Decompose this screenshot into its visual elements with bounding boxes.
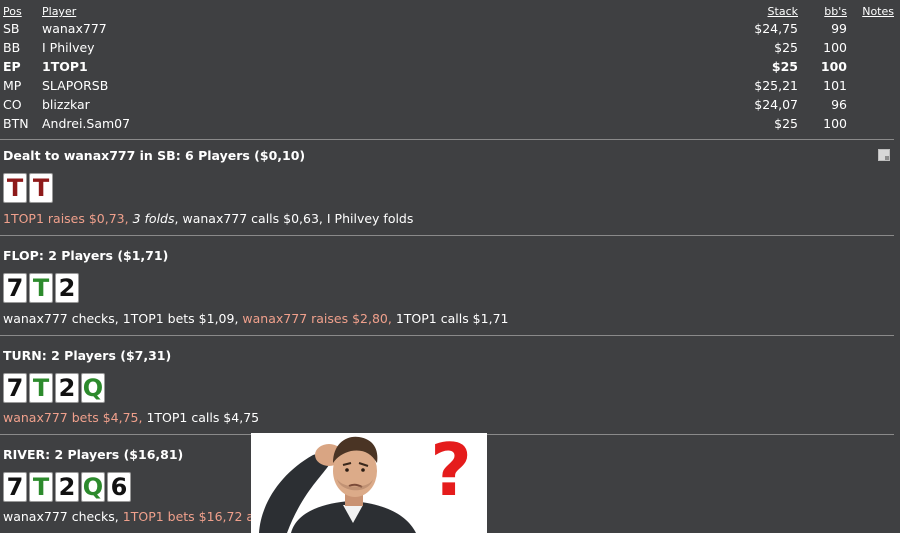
turn-title: TURN: 2 Players ($7,31)	[3, 348, 172, 363]
card: T	[29, 373, 53, 403]
turn-cards: 7 T 2 Q	[3, 373, 105, 403]
preflop-title: Dealt to wanax777 in SB: 6 Players ($0,1…	[3, 148, 306, 163]
river-cards: 7 T 2 Q 6	[3, 472, 131, 502]
action: wanax777 checks,	[3, 311, 119, 326]
col-header-notes[interactable]: Notes	[862, 4, 894, 19]
player-row-btn: BTN Andrei.Sam07 $25 100	[0, 114, 900, 133]
action: wanax777 calls $0,63,	[182, 211, 323, 226]
action: wanax777 raises $2,80,	[242, 311, 392, 326]
card: 7	[3, 472, 27, 502]
stack: $25	[774, 116, 798, 131]
section-divider	[0, 139, 894, 140]
position: SB	[3, 21, 20, 36]
card: 2	[55, 273, 79, 303]
turn-actions: wanax777 bets $4,75, 1TOP1 calls $4,75	[3, 410, 259, 425]
col-header-stack[interactable]: Stack	[768, 4, 798, 19]
bb-count: 100	[820, 59, 847, 74]
card: T	[3, 173, 27, 203]
card: 2	[55, 472, 79, 502]
stack: $24,07	[754, 97, 798, 112]
player-row-bb: BB I Philvey $25 100	[0, 38, 900, 57]
stack: $25	[774, 40, 798, 55]
section-divider	[0, 335, 894, 336]
player-name: I Philvey	[42, 40, 95, 55]
position: EP	[3, 59, 21, 74]
bb-count: 100	[823, 40, 847, 55]
hole-cards: T T	[3, 173, 53, 203]
action: 1TOP1 calls $4,75	[146, 410, 260, 425]
player-name: 1TOP1	[42, 59, 88, 74]
position: MP	[3, 78, 22, 93]
river-actions: wanax777 checks, 1TOP1 bets $16,72 all-i…	[3, 509, 281, 524]
position: CO	[3, 97, 22, 112]
card: 6	[107, 472, 131, 502]
flop-title: FLOP: 2 Players ($1,71)	[3, 248, 169, 263]
action: wanax777 checks,	[3, 509, 119, 524]
action: 1TOP1 calls $1,71	[395, 311, 509, 326]
action: 1TOP1 raises $0,73,	[3, 211, 129, 226]
table-header: Pos Player Stack bb's Notes	[0, 4, 900, 19]
player-name: blizzkar	[42, 97, 90, 112]
section-divider	[0, 235, 894, 236]
flop-actions: wanax777 checks, 1TOP1 bets $1,09, wanax…	[3, 311, 508, 326]
action-separator: ,	[174, 211, 179, 226]
stack: $25,21	[754, 78, 798, 93]
col-header-player[interactable]: Player	[42, 4, 76, 19]
card: Q	[81, 373, 105, 403]
confused-man-image: ?	[251, 433, 487, 533]
col-header-bb[interactable]: bb's	[824, 4, 847, 19]
question-mark: ?	[430, 433, 472, 512]
player-name: wanax777	[42, 21, 107, 36]
player-row-ep: EP 1TOP1 $25 100	[0, 57, 900, 76]
action: 1TOP1 bets $1,09,	[122, 311, 239, 326]
preflop-actions: 1TOP1 raises $0,73, 3 folds, wanax777 ca…	[3, 211, 413, 226]
river-title: RIVER: 2 Players ($16,81)	[3, 447, 184, 462]
flop-cards: 7 T 2	[3, 273, 79, 303]
card: 7	[3, 373, 27, 403]
player-row-mp: MP SLAPORSB $25,21 101	[0, 76, 900, 95]
card: T	[29, 273, 53, 303]
player-name: Andrei.Sam07	[42, 116, 131, 131]
card: 7	[3, 273, 27, 303]
position: BTN	[3, 116, 29, 131]
card: T	[29, 173, 53, 203]
player-name: SLAPORSB	[42, 78, 109, 93]
player-row-co: CO blizzkar $24,07 96	[0, 95, 900, 114]
note-icon[interactable]	[878, 149, 890, 161]
card: 2	[55, 373, 79, 403]
bb-count: 101	[823, 78, 847, 93]
stack: $24,75	[754, 21, 798, 36]
position: BB	[3, 40, 21, 55]
bb-count: 100	[823, 116, 847, 131]
action: I Philvey folds	[326, 211, 414, 226]
player-row-sb: SB wanax777 $24,75 99	[0, 19, 900, 38]
action: wanax777 bets $4,75,	[3, 410, 143, 425]
bb-count: 96	[831, 97, 847, 112]
action: 3 folds	[132, 211, 175, 226]
col-header-pos[interactable]: Pos	[3, 4, 22, 19]
stack: $25	[771, 59, 798, 74]
card: T	[29, 472, 53, 502]
card: Q	[81, 472, 105, 502]
player-table: Pos Player Stack bb's Notes SB wanax777 …	[0, 4, 900, 133]
bb-count: 99	[831, 21, 847, 36]
confused-man-illustration: ?	[251, 433, 487, 533]
